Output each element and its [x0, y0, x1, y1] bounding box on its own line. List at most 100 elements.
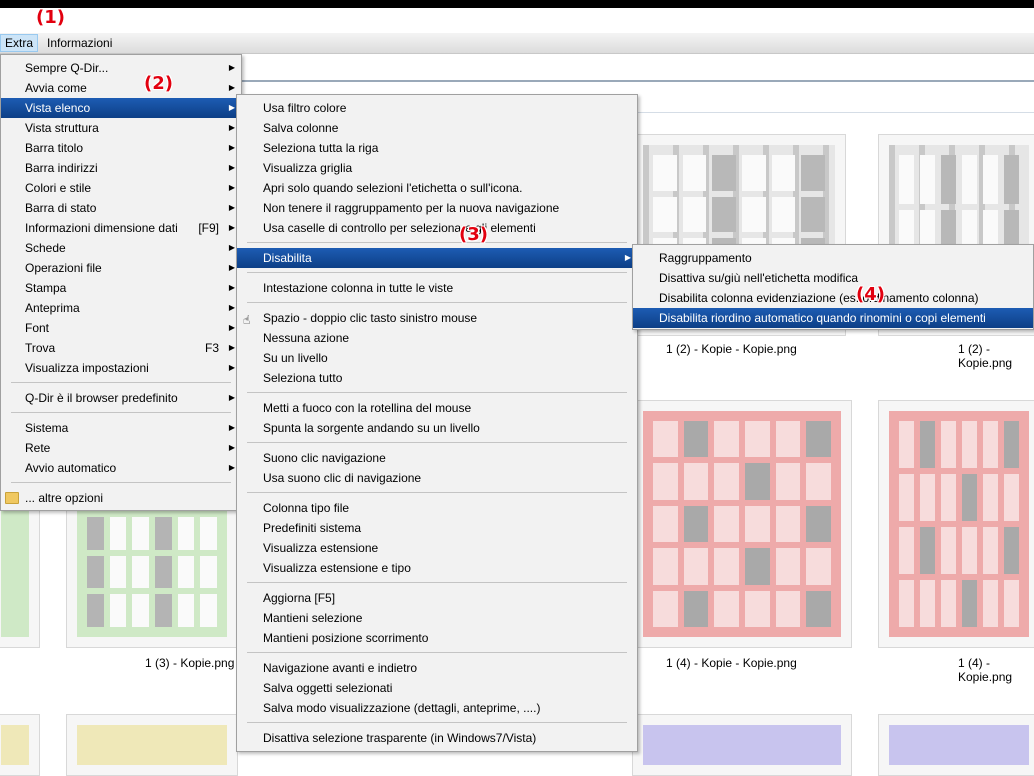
menu-informazioni[interactable]: Informazioni [47, 36, 112, 50]
chevron-right-icon: ▶ [228, 463, 235, 472]
menu-separator [247, 242, 627, 243]
menu-item-barra-stato[interactable]: Barra di stato ▶ [1, 198, 241, 218]
thumbnail-image[interactable] [66, 496, 238, 648]
thumbnail-caption[interactable]: 1 (2) - Kopie.png [958, 342, 1034, 370]
folder-icon [5, 492, 19, 504]
chevron-right-icon: ▶ [228, 443, 235, 452]
menu-item-vista-struttura[interactable]: Vista struttura ▶ [1, 118, 241, 138]
menu-item-non-tenere-raggruppamento[interactable]: Non tenere il raggruppamento per la nuov… [237, 198, 637, 218]
chevron-right-icon: ▶ [228, 303, 235, 312]
annotation-1: (1) [36, 7, 65, 28]
menu-item-nessuna-azione[interactable]: Nessuna azione [237, 328, 637, 348]
menu-item-disattiva-selezione-trasparente[interactable]: Disattiva selezione trasparente (in Wind… [237, 728, 637, 748]
thumbnail-caption[interactable]: 1 (3) - Kopie.png [145, 656, 234, 670]
menu-item-stampa[interactable]: Stampa ▶ [1, 278, 241, 298]
menu-item-predefiniti-sistema[interactable]: Predefiniti sistema [237, 518, 637, 538]
thumbnail-image[interactable] [0, 496, 40, 648]
menu-bar: Extra Informazioni [0, 33, 1034, 54]
chevron-right-icon: ▶ [228, 183, 235, 192]
chevron-right-icon: ▶ [228, 223, 235, 232]
menu-item-disabilita[interactable]: Disabilita ▶ [237, 248, 637, 268]
menu-item-visualizza-estensione-tipo[interactable]: Visualizza estensione e tipo [237, 558, 637, 578]
menu-item-spunta-sorgente[interactable]: Spunta la sorgente andando su un livello [237, 418, 637, 438]
menu-item-su-un-livello[interactable]: Su un livello [237, 348, 637, 368]
chevron-right-icon: ▶ [228, 63, 235, 72]
chevron-right-icon: ▶ [228, 343, 235, 352]
menu-item-barra-indirizzi[interactable]: Barra indirizzi ▶ [1, 158, 241, 178]
menu-item-sempre-qdir[interactable]: Sempre Q-Dir... ▶ [1, 58, 241, 78]
thumbnail-caption[interactable]: 1 (4) - Kopie.png [958, 656, 1034, 684]
menu-item-mantieni-posizione[interactable]: Mantieni posizione scorrimento [237, 628, 637, 648]
vista-elenco-submenu: Usa filtro colore Salva colonne Selezion… [236, 94, 638, 752]
thumbnail-image[interactable] [0, 714, 40, 776]
menu-item-vista-elenco[interactable]: Vista elenco ▶ [1, 98, 241, 118]
menu-item-colonna-tipo-file[interactable]: Colonna tipo file [237, 498, 637, 518]
mouse-icon: ☝ [243, 313, 251, 327]
menu-separator [11, 482, 231, 483]
menu-item-raggruppamento[interactable]: Raggruppamento [633, 248, 1033, 268]
thumbnail-image[interactable] [878, 714, 1034, 776]
menu-item-sistema[interactable]: Sistema ▶ [1, 418, 241, 438]
thumbnail-image[interactable] [632, 400, 852, 648]
thumbnail-image[interactable] [878, 400, 1034, 648]
address-bar [236, 80, 1034, 82]
menu-item-metti-a-fuoco[interactable]: Metti a fuoco con la rotellina del mouse [237, 398, 637, 418]
menu-item-anteprima[interactable]: Anteprima ▶ [1, 298, 241, 318]
menu-item-schede[interactable]: Schede ▶ [1, 238, 241, 258]
chevron-right-icon: ▶ [228, 123, 235, 132]
chevron-right-icon: ▶ [228, 423, 235, 432]
menu-item-visualizza-griglia[interactable]: Visualizza griglia [237, 158, 637, 178]
menu-item-altre-opzioni[interactable]: ... altre opzioni [1, 488, 241, 508]
menu-separator [247, 272, 627, 273]
menu-item-aggiorna[interactable]: Aggiorna [F5] [237, 588, 637, 608]
menu-item-font[interactable]: Font ▶ [1, 318, 241, 338]
thumbnail-image[interactable] [66, 714, 238, 776]
menu-item-salva-colonne[interactable]: Salva colonne [237, 118, 637, 138]
menu-item-intestazione-colonna[interactable]: Intestazione colonna in tutte le viste [237, 278, 637, 298]
menu-item-avvio-automatico[interactable]: Avvio automatico ▶ [1, 458, 241, 478]
menu-item-mantieni-selezione[interactable]: Mantieni selezione [237, 608, 637, 628]
menu-item-disabilita-colonna-evidenziazione[interactable]: Disabilita colonna evidenziazione (es. o… [633, 288, 1033, 308]
chevron-right-icon: ▶ [228, 363, 235, 372]
menu-item-disattiva-su-giu[interactable]: Disattiva su/giù nell'etichetta modifica [633, 268, 1033, 288]
menu-item-caselle-controllo[interactable]: Usa caselle di controllo per selezionare… [237, 218, 637, 238]
menu-separator [247, 302, 627, 303]
menu-item-usa-suono-clic[interactable]: Usa suono clic di navigazione [237, 468, 637, 488]
disabilita-submenu: Raggruppamento Disattiva su/giù nell'eti… [632, 244, 1034, 330]
menu-item-usa-filtro-colore[interactable]: Usa filtro colore [237, 98, 637, 118]
menu-item-avvia-come[interactable]: Avvia come ▶ [1, 78, 241, 98]
chevron-right-icon: ▶ [228, 323, 235, 332]
menu-separator [247, 442, 627, 443]
thumbnail-caption[interactable]: 1 (4) - Kopie - Kopie.png [666, 656, 797, 670]
chevron-right-icon: ▶ [228, 393, 235, 402]
menu-item-visualizza-impostazioni[interactable]: Visualizza impostazioni ▶ [1, 358, 241, 378]
menu-separator [11, 382, 231, 383]
menu-item-rete[interactable]: Rete ▶ [1, 438, 241, 458]
chevron-right-icon: ▶ [228, 103, 235, 112]
menu-item-colori-stile[interactable]: Colori e stile ▶ [1, 178, 241, 198]
menu-separator [11, 412, 231, 413]
menu-extra[interactable]: Extra [0, 34, 39, 52]
menu-item-seleziona-riga[interactable]: Seleziona tutta la riga [237, 138, 637, 158]
menu-item-apri-etichetta[interactable]: Apri solo quando selezioni l'etichetta o… [237, 178, 637, 198]
chevron-right-icon: ▶ [228, 243, 235, 252]
menu-item-salva-modo[interactable]: Salva modo visualizzazione (dettagli, an… [237, 698, 637, 718]
menu-item-visualizza-estensione[interactable]: Visualizza estensione [237, 538, 637, 558]
annotation-4: (4) [856, 284, 885, 305]
menu-item-disabilita-riordino[interactable]: Disabilita riordino automatico quando ri… [633, 308, 1033, 328]
shortcut-label: [F9] [198, 221, 219, 235]
menu-item-operazioni-file[interactable]: Operazioni file ▶ [1, 258, 241, 278]
menu-item-suono-clic[interactable]: Suono clic navigazione [237, 448, 637, 468]
menu-item-salva-oggetti[interactable]: Salva oggetti selezionati [237, 678, 637, 698]
menu-item-spazio-doppio-clic[interactable]: ☝ Spazio - doppio clic tasto sinistro mou… [237, 308, 637, 328]
menu-item-browser-predefinito[interactable]: Q-Dir è il browser predefinito ▶ [1, 388, 241, 408]
menu-item-navigazione-avanti-indietro[interactable]: Navigazione avanti e indietro [237, 658, 637, 678]
menu-item-trova[interactable]: Trova F3 ▶ [1, 338, 241, 358]
menu-separator [247, 492, 627, 493]
thumbnail-caption[interactable]: 1 (2) - Kopie - Kopie.png [666, 342, 797, 356]
thumbnail-image[interactable] [632, 714, 852, 776]
chevron-right-icon: ▶ [624, 253, 631, 262]
menu-item-info-dimensione[interactable]: Informazioni dimensione dati [F9] ▶ [1, 218, 241, 238]
menu-item-barra-titolo[interactable]: Barra titolo ▶ [1, 138, 241, 158]
menu-item-seleziona-tutto[interactable]: Seleziona tutto [237, 368, 637, 388]
